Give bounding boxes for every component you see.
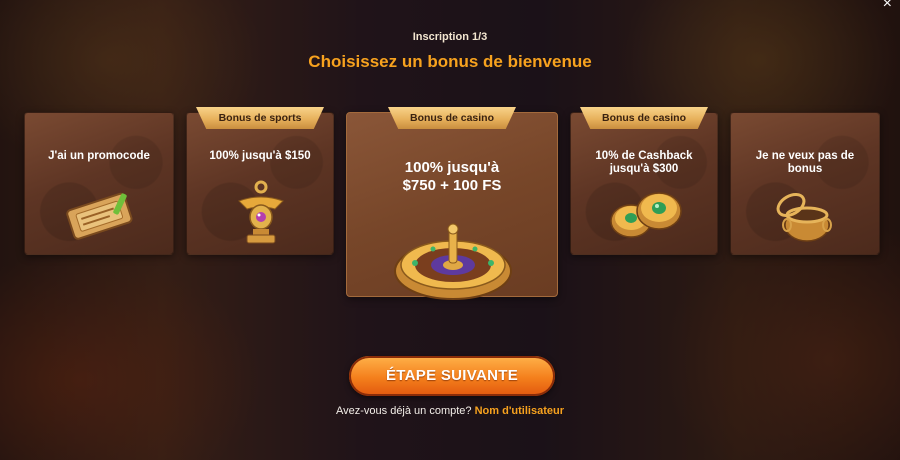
ticket-icon [66,192,133,240]
card-label: 10% de Cashback jusqu'à $300 [595,150,693,175]
bonus-card-casino[interactable]: Bonus de casino 100% jusqu'à $750 + 100 … [346,107,558,300]
close-icon[interactable]: × [883,0,892,12]
coins-icon [610,192,682,238]
bonus-card-no-bonus[interactable]: Je ne veux pas de bonus [730,112,880,255]
card-label: 100% jusqu'à $150 [209,150,311,162]
trophy-icon [238,180,284,244]
ribbon-badge: Bonus de sports [196,107,324,129]
login-link[interactable]: Nom d'utilisateur [475,405,564,417]
card-label: 100% jusqu'à $750 + 100 FS [402,159,502,194]
bonus-card-promocode[interactable]: J'ai un promocode [24,112,174,255]
empty-pot-icon [776,193,832,242]
ribbon-badge: Bonus de casino [580,107,708,129]
step-indicator: Inscription 1/3 [412,31,488,43]
next-step-button[interactable]: ÉTAPE SUIVANTE [349,356,555,396]
login-prompt-text: Avez-vous déjà un compte? [335,405,472,417]
page-title: Choisissez un bonus de bienvenue [308,52,592,71]
bonus-card-sports[interactable]: Bonus de sports 100% jusqu'à $150 [186,107,334,255]
card-label: Je ne veux pas de bonus [755,150,855,175]
card-label: J'ai un promocode [48,150,150,162]
roulette-icon [394,223,512,300]
bonus-card-cashback[interactable]: Bonus de casino 10% de Cashback jusqu'à … [570,107,718,255]
login-prompt: Avez-vous déjà un compte? Nom d'utilisat… [0,405,900,417]
ribbon-badge: Bonus de casino [388,107,516,129]
